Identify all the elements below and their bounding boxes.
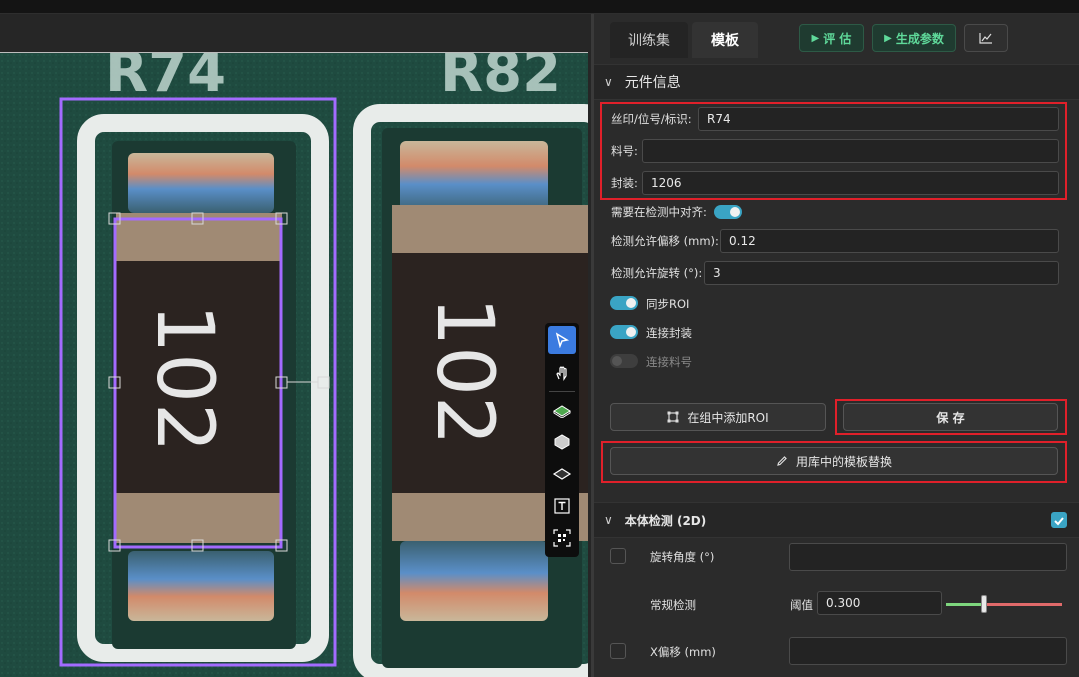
replace-template-button[interactable]: 用库中的模板替换	[610, 447, 1058, 475]
pcb-image-canvas[interactable]: R74 R82 102 102	[0, 52, 588, 677]
window-top-bar	[0, 0, 1079, 14]
body-detect-title: 本体检测 (2D)	[624, 513, 707, 528]
pencil-icon	[777, 456, 787, 466]
evaluate-button[interactable]: ▶ 评 估	[799, 24, 864, 52]
viewer-header	[0, 14, 591, 52]
body-detect-checkbox[interactable]	[1051, 512, 1067, 528]
threshold-label: 阈值	[790, 598, 813, 612]
rotate-angle-label: 旋转角度 (°)	[650, 550, 715, 564]
sync-roi-toggle[interactable]	[610, 296, 638, 310]
slider-handle[interactable]	[981, 595, 987, 613]
image-viewer-pane: R74 R82 102 102	[0, 14, 591, 677]
generate-label: 生成参数	[895, 31, 944, 46]
solder-bottom-right	[400, 541, 548, 621]
part-number-input[interactable]	[642, 139, 1059, 163]
tab-template[interactable]: 模板	[692, 22, 758, 58]
link-package-label: 连接封装	[646, 326, 692, 340]
sync-roi-label: 同步ROI	[646, 297, 690, 311]
threshold-input[interactable]: 0.300	[817, 591, 942, 615]
x-offset-checkbox[interactable]	[610, 643, 626, 659]
rotate-angle-input[interactable]	[789, 543, 1067, 571]
text-icon[interactable]	[548, 492, 576, 520]
check-icon	[1054, 517, 1064, 526]
align-label: 需要在检测中对齐:	[611, 205, 707, 219]
play-icon: ▶	[811, 32, 820, 44]
component-info-title: 元件信息	[624, 75, 681, 91]
link-package-toggle[interactable]	[610, 325, 638, 339]
chart-button[interactable]	[964, 24, 1008, 52]
toolbar-separator	[549, 391, 575, 392]
align-toggle[interactable]	[714, 205, 742, 219]
solder-bottom-left	[128, 551, 274, 621]
pcb-image: R74 R82 102 102	[0, 53, 588, 677]
chevron-down-icon: ∨	[604, 513, 613, 527]
chart-icon	[979, 33, 992, 44]
chip-3d-icon[interactable]	[548, 428, 576, 456]
save-button[interactable]: 保 存	[843, 403, 1058, 431]
add-roi-label: 在组中添加ROI	[687, 410, 769, 425]
add-roi-button[interactable]: 在组中添加ROI	[610, 403, 826, 431]
package-input[interactable]: 1206	[642, 171, 1059, 195]
component-info-header[interactable]: ∨ 元件信息	[594, 64, 1079, 100]
rotate-angle-checkbox[interactable]	[610, 548, 626, 564]
package-label: 封装:	[611, 176, 638, 190]
roi-icon	[667, 411, 679, 423]
properties-panel: 训练集 模板 ▶ 评 估 ▶ 生成参数 ∨ 元件信息 丝印/位号/标识: R74 料…	[594, 14, 1079, 677]
rotate-label: 检测允许旋转 (°):	[611, 266, 703, 280]
qr-icon[interactable]	[548, 524, 576, 552]
x-offset-label: X偏移 (mm)	[650, 645, 716, 659]
resistor-marking-right: 102	[419, 297, 509, 446]
pointer-icon[interactable]	[548, 326, 576, 354]
resistor-cap-top-right	[392, 205, 588, 253]
silk-label-left: R74	[105, 53, 226, 105]
chip-green-icon[interactable]	[548, 396, 576, 424]
replace-template-label: 用库中的模板替换	[795, 454, 892, 469]
offset-input[interactable]: 0.12	[720, 229, 1059, 253]
canvas-toolbar	[545, 323, 579, 557]
resistor-marking-left: 102	[139, 304, 229, 453]
silk-label: 丝印/位号/标识:	[611, 112, 692, 126]
chevron-down-icon: ∨	[604, 75, 613, 89]
regular-detect-label: 常规检测	[650, 598, 696, 612]
link-part-label: 连接料号	[646, 355, 692, 369]
x-offset-input[interactable]	[789, 637, 1067, 665]
link-part-toggle[interactable]	[610, 354, 638, 368]
evaluate-label: 评 估	[823, 31, 852, 46]
silk-label-right: R82	[440, 53, 561, 105]
chip-flat-icon[interactable]	[548, 460, 576, 488]
play-icon: ▶	[884, 32, 892, 44]
threshold-slider[interactable]	[946, 595, 1062, 613]
body-detect-header[interactable]: ∨ 本体检测 (2D)	[594, 502, 1079, 538]
hand-icon[interactable]	[548, 359, 576, 387]
tab-training-set[interactable]: 训练集	[610, 22, 688, 58]
part-number-label: 料号:	[611, 144, 638, 158]
slider-track-red	[984, 603, 1062, 606]
resistor-cap-bottom-left	[116, 493, 282, 543]
slider-track-green	[946, 603, 984, 606]
silk-input[interactable]: R74	[698, 107, 1059, 131]
offset-label: 检测允许偏移 (mm):	[611, 234, 719, 248]
rotate-input[interactable]: 3	[704, 261, 1059, 285]
solder-top-left	[128, 153, 274, 213]
generate-params-button[interactable]: ▶ 生成参数	[872, 24, 956, 52]
solder-top-right	[400, 141, 548, 213]
